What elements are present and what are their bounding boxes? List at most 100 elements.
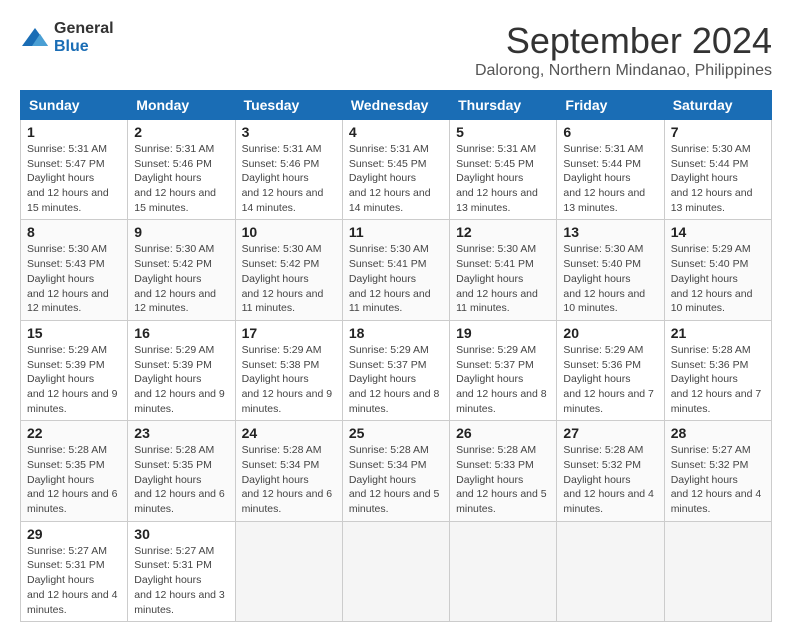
day-number: 5 — [456, 124, 550, 140]
day-info: Sunrise: 5:31 AM Sunset: 5:44 PM Dayligh… — [563, 142, 657, 215]
calendar-cell: 2 Sunrise: 5:31 AM Sunset: 5:46 PM Dayli… — [128, 120, 235, 220]
week-row-5: 29 Sunrise: 5:27 AM Sunset: 5:31 PM Dayl… — [21, 521, 772, 621]
day-info: Sunrise: 5:28 AM Sunset: 5:35 PM Dayligh… — [27, 443, 121, 516]
day-number: 12 — [456, 224, 550, 240]
day-info: Sunrise: 5:27 AM Sunset: 5:31 PM Dayligh… — [27, 544, 121, 617]
day-info: Sunrise: 5:30 AM Sunset: 5:40 PM Dayligh… — [563, 242, 657, 315]
calendar-cell: 23 Sunrise: 5:28 AM Sunset: 5:35 PM Dayl… — [128, 421, 235, 521]
day-number: 9 — [134, 224, 228, 240]
calendar-table: Sunday Monday Tuesday Wednesday Thursday… — [20, 90, 772, 622]
calendar-cell: 14 Sunrise: 5:29 AM Sunset: 5:40 PM Dayl… — [664, 220, 771, 320]
month-year-title: September 2024 — [475, 20, 772, 62]
weekday-header-row: Sunday Monday Tuesday Wednesday Thursday… — [21, 91, 772, 120]
calendar-cell: 18 Sunrise: 5:29 AM Sunset: 5:37 PM Dayl… — [342, 320, 449, 420]
calendar-cell: 8 Sunrise: 5:30 AM Sunset: 5:43 PM Dayli… — [21, 220, 128, 320]
day-number: 26 — [456, 425, 550, 441]
logo: General Blue — [20, 20, 114, 56]
calendar-cell: 16 Sunrise: 5:29 AM Sunset: 5:39 PM Dayl… — [128, 320, 235, 420]
day-info: Sunrise: 5:30 AM Sunset: 5:44 PM Dayligh… — [671, 142, 765, 215]
header-saturday: Saturday — [664, 91, 771, 120]
calendar-cell: 4 Sunrise: 5:31 AM Sunset: 5:45 PM Dayli… — [342, 120, 449, 220]
week-row-4: 22 Sunrise: 5:28 AM Sunset: 5:35 PM Dayl… — [21, 421, 772, 521]
calendar-cell: 12 Sunrise: 5:30 AM Sunset: 5:41 PM Dayl… — [450, 220, 557, 320]
calendar-cell: 11 Sunrise: 5:30 AM Sunset: 5:41 PM Dayl… — [342, 220, 449, 320]
day-info: Sunrise: 5:31 AM Sunset: 5:47 PM Dayligh… — [27, 142, 121, 215]
calendar-cell: 29 Sunrise: 5:27 AM Sunset: 5:31 PM Dayl… — [21, 521, 128, 621]
header-wednesday: Wednesday — [342, 91, 449, 120]
calendar-cell: 6 Sunrise: 5:31 AM Sunset: 5:44 PM Dayli… — [557, 120, 664, 220]
calendar-cell — [664, 521, 771, 621]
header-thursday: Thursday — [450, 91, 557, 120]
day-number: 25 — [349, 425, 443, 441]
day-info: Sunrise: 5:29 AM Sunset: 5:40 PM Dayligh… — [671, 242, 765, 315]
day-number: 2 — [134, 124, 228, 140]
calendar-cell: 22 Sunrise: 5:28 AM Sunset: 5:35 PM Dayl… — [21, 421, 128, 521]
day-info: Sunrise: 5:29 AM Sunset: 5:39 PM Dayligh… — [134, 343, 228, 416]
day-number: 11 — [349, 224, 443, 240]
day-number: 29 — [27, 526, 121, 542]
day-number: 30 — [134, 526, 228, 542]
calendar-cell: 24 Sunrise: 5:28 AM Sunset: 5:34 PM Dayl… — [235, 421, 342, 521]
calendar-cell — [235, 521, 342, 621]
day-number: 21 — [671, 325, 765, 341]
calendar-cell: 5 Sunrise: 5:31 AM Sunset: 5:45 PM Dayli… — [450, 120, 557, 220]
day-info: Sunrise: 5:31 AM Sunset: 5:46 PM Dayligh… — [134, 142, 228, 215]
calendar-cell — [557, 521, 664, 621]
calendar-cell: 7 Sunrise: 5:30 AM Sunset: 5:44 PM Dayli… — [664, 120, 771, 220]
day-number: 6 — [563, 124, 657, 140]
calendar-cell: 3 Sunrise: 5:31 AM Sunset: 5:46 PM Dayli… — [235, 120, 342, 220]
day-number: 10 — [242, 224, 336, 240]
day-number: 27 — [563, 425, 657, 441]
day-info: Sunrise: 5:28 AM Sunset: 5:33 PM Dayligh… — [456, 443, 550, 516]
day-info: Sunrise: 5:30 AM Sunset: 5:42 PM Dayligh… — [134, 242, 228, 315]
day-info: Sunrise: 5:30 AM Sunset: 5:41 PM Dayligh… — [349, 242, 443, 315]
calendar-cell: 30 Sunrise: 5:27 AM Sunset: 5:31 PM Dayl… — [128, 521, 235, 621]
calendar-cell: 27 Sunrise: 5:28 AM Sunset: 5:32 PM Dayl… — [557, 421, 664, 521]
calendar-cell: 28 Sunrise: 5:27 AM Sunset: 5:32 PM Dayl… — [664, 421, 771, 521]
day-number: 28 — [671, 425, 765, 441]
logo-blue: Blue — [54, 38, 89, 55]
day-info: Sunrise: 5:28 AM Sunset: 5:35 PM Dayligh… — [134, 443, 228, 516]
header-friday: Friday — [557, 91, 664, 120]
day-info: Sunrise: 5:31 AM Sunset: 5:45 PM Dayligh… — [456, 142, 550, 215]
day-number: 20 — [563, 325, 657, 341]
calendar-cell: 1 Sunrise: 5:31 AM Sunset: 5:47 PM Dayli… — [21, 120, 128, 220]
week-row-3: 15 Sunrise: 5:29 AM Sunset: 5:39 PM Dayl… — [21, 320, 772, 420]
title-section: September 2024 Dalorong, Northern Mindan… — [475, 20, 772, 80]
day-info: Sunrise: 5:27 AM Sunset: 5:32 PM Dayligh… — [671, 443, 765, 516]
calendar-cell: 21 Sunrise: 5:28 AM Sunset: 5:36 PM Dayl… — [664, 320, 771, 420]
day-number: 15 — [27, 325, 121, 341]
week-row-2: 8 Sunrise: 5:30 AM Sunset: 5:43 PM Dayli… — [21, 220, 772, 320]
day-info: Sunrise: 5:28 AM Sunset: 5:34 PM Dayligh… — [349, 443, 443, 516]
day-info: Sunrise: 5:29 AM Sunset: 5:37 PM Dayligh… — [349, 343, 443, 416]
logo-icon — [20, 26, 50, 50]
calendar-cell: 19 Sunrise: 5:29 AM Sunset: 5:37 PM Dayl… — [450, 320, 557, 420]
day-number: 8 — [27, 224, 121, 240]
location-text: Dalorong, Northern Mindanao, Philippines — [475, 62, 772, 80]
day-number: 7 — [671, 124, 765, 140]
day-number: 14 — [671, 224, 765, 240]
day-number: 16 — [134, 325, 228, 341]
logo-text: General Blue — [54, 20, 114, 56]
week-row-1: 1 Sunrise: 5:31 AM Sunset: 5:47 PM Dayli… — [21, 120, 772, 220]
calendar-cell: 20 Sunrise: 5:29 AM Sunset: 5:36 PM Dayl… — [557, 320, 664, 420]
day-info: Sunrise: 5:29 AM Sunset: 5:39 PM Dayligh… — [27, 343, 121, 416]
page-header: General Blue September 2024 Dalorong, No… — [20, 20, 772, 80]
calendar-cell: 9 Sunrise: 5:30 AM Sunset: 5:42 PM Dayli… — [128, 220, 235, 320]
day-info: Sunrise: 5:31 AM Sunset: 5:46 PM Dayligh… — [242, 142, 336, 215]
day-info: Sunrise: 5:29 AM Sunset: 5:37 PM Dayligh… — [456, 343, 550, 416]
day-number: 1 — [27, 124, 121, 140]
calendar-cell: 15 Sunrise: 5:29 AM Sunset: 5:39 PM Dayl… — [21, 320, 128, 420]
day-info: Sunrise: 5:27 AM Sunset: 5:31 PM Dayligh… — [134, 544, 228, 617]
day-info: Sunrise: 5:30 AM Sunset: 5:41 PM Dayligh… — [456, 242, 550, 315]
calendar-cell: 13 Sunrise: 5:30 AM Sunset: 5:40 PM Dayl… — [557, 220, 664, 320]
header-monday: Monday — [128, 91, 235, 120]
day-info: Sunrise: 5:29 AM Sunset: 5:36 PM Dayligh… — [563, 343, 657, 416]
day-info: Sunrise: 5:28 AM Sunset: 5:32 PM Dayligh… — [563, 443, 657, 516]
day-info: Sunrise: 5:29 AM Sunset: 5:38 PM Dayligh… — [242, 343, 336, 416]
day-number: 22 — [27, 425, 121, 441]
day-info: Sunrise: 5:30 AM Sunset: 5:43 PM Dayligh… — [27, 242, 121, 315]
header-tuesday: Tuesday — [235, 91, 342, 120]
day-info: Sunrise: 5:31 AM Sunset: 5:45 PM Dayligh… — [349, 142, 443, 215]
logo-general: General — [54, 20, 114, 37]
